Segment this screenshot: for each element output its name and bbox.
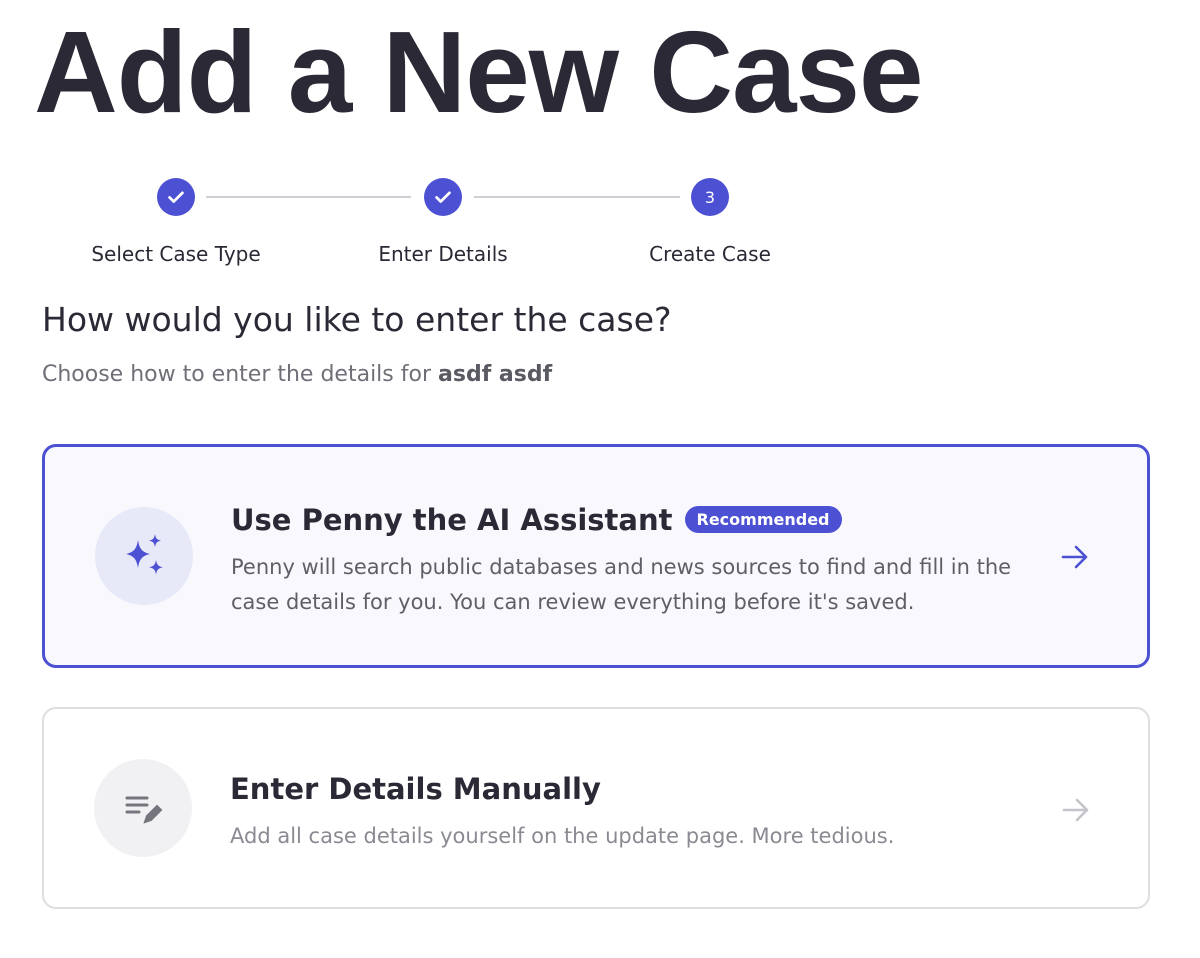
edit-notes-icon [94, 759, 192, 857]
progress-stepper: 3 Select Case Type Enter Details Create … [0, 0, 1200, 290]
manual-option-title: Enter Details Manually [230, 772, 601, 806]
case-name: asdf asdf [438, 362, 553, 387]
step-1-label: Select Case Type [91, 242, 261, 266]
arrow-right-icon [1061, 545, 1088, 569]
step-1-complete-icon [157, 178, 195, 216]
recommended-badge: Recommended [684, 505, 842, 533]
step-3-label: Create Case [649, 242, 771, 266]
step-2-complete-icon [424, 178, 462, 216]
ai-option-title-text: Use Penny the AI Assistant [231, 503, 673, 537]
subtitle-text: Choose how to enter the details for [42, 362, 431, 387]
step-2-label: Enter Details [378, 242, 508, 266]
add-case-page: Add a New Case 3 Select Case Type Enter … [0, 0, 1200, 958]
enter-manually-option[interactable]: Enter Details Manually Add all case deta… [42, 707, 1150, 909]
step-connector-2 [474, 196, 680, 198]
section-subtitle: Choose how to enter the details for asdf… [42, 362, 552, 387]
sparkles-icon [95, 507, 193, 605]
arrow-right-icon [1062, 798, 1089, 822]
section-heading: How would you like to enter the case? [42, 300, 672, 339]
use-ai-assistant-option[interactable]: Use Penny the AI Assistant Recommended Pe… [42, 444, 1150, 668]
manual-option-description: Add all case details yourself on the upd… [230, 824, 895, 848]
ai-option-title: Use Penny the AI Assistant Recommended [231, 503, 842, 537]
step-3-current: 3 [691, 178, 729, 216]
step-connector-1 [206, 196, 411, 198]
ai-option-description: Penny will search public databases and n… [231, 555, 1012, 614]
